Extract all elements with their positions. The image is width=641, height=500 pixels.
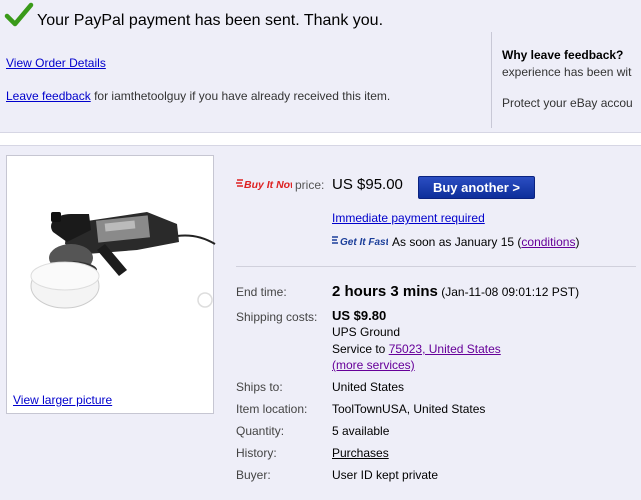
service-to: Service to 75023, United States — [332, 342, 501, 356]
why-feedback-text: experience has been wit — [502, 65, 632, 79]
quantity-label: Quantity: — [236, 424, 285, 438]
svg-text:Buy It Now: Buy It Now — [244, 179, 292, 191]
item-location-label: Item location: — [236, 402, 308, 416]
item-location-value: ToolTownUSA, United States — [332, 402, 486, 416]
why-feedback-title: Why leave feedback? — [502, 48, 624, 62]
ships-to-value: United States — [332, 380, 405, 394]
delivery-estimate-close: ) — [575, 235, 580, 249]
get-it-fast-logo: Get It Fast — [332, 236, 388, 248]
service-to-text: Service to — [332, 342, 389, 356]
time-remaining: 2 hours 3 mins — [332, 283, 438, 300]
quantity-value: 5 available — [332, 424, 390, 438]
item-image-box: View larger picture — [6, 155, 217, 414]
shipping-costs-label: Shipping costs: — [236, 310, 318, 324]
buyer-value: User ID kept private — [332, 468, 439, 482]
section-divider — [236, 266, 636, 267]
protect-account-text: Protect your eBay accou — [502, 96, 633, 110]
immediate-payment-link[interactable]: Immediate payment required — [332, 211, 485, 225]
conditions-link[interactable]: conditions — [521, 235, 575, 249]
history-label: History: — [236, 446, 277, 460]
more-services-link[interactable]: (more services) — [332, 358, 415, 372]
svg-text:Get It Fast: Get It Fast — [340, 237, 388, 248]
service-location-link[interactable]: 75023, United States — [389, 342, 501, 356]
end-time-label: End time: — [236, 285, 287, 299]
end-time-value: 2 hours 3 mins (Jan-11-08 09:01:12 PST) — [332, 283, 579, 300]
feedback-text: for iamthetoolguy if you have already re… — [90, 89, 391, 103]
polisher-image[interactable] — [27, 184, 217, 314]
buyer-label: Buyer: — [236, 468, 271, 482]
confirmation-title: Your PayPal payment has been sent. Thank… — [37, 12, 384, 29]
feedback-line: Leave feedback for iamthetoolguy if you … — [6, 89, 390, 103]
view-larger-picture-link[interactable]: View larger picture — [13, 393, 112, 407]
panel-divider — [491, 32, 492, 128]
buy-another-button[interactable]: Buy another > — [418, 176, 535, 199]
leave-feedback-link[interactable]: Leave feedback — [6, 89, 91, 103]
shipping-cost-value: US $9.80 — [332, 308, 387, 323]
purchases-link[interactable]: Purchases — [332, 446, 389, 460]
delivery-estimate-text: As soon as January 15 ( — [392, 235, 522, 249]
end-date: (Jan-11-08 09:01:12 PST) — [441, 285, 580, 299]
payment-confirmation-panel: Your PayPal payment has been sent. Thank… — [0, 0, 641, 133]
buy-it-now-logo: Buy It Now — [236, 179, 292, 191]
price-label: price: — [295, 178, 325, 192]
delivery-estimate: As soon as January 15 (conditions) — [392, 235, 579, 249]
view-order-details-link[interactable]: View Order Details — [6, 56, 106, 70]
ships-to-label: Ships to: — [236, 380, 283, 394]
price-value: US $95.00 — [332, 176, 403, 193]
checkmark-icon — [4, 2, 34, 27]
shipping-method: UPS Ground — [332, 325, 401, 339]
